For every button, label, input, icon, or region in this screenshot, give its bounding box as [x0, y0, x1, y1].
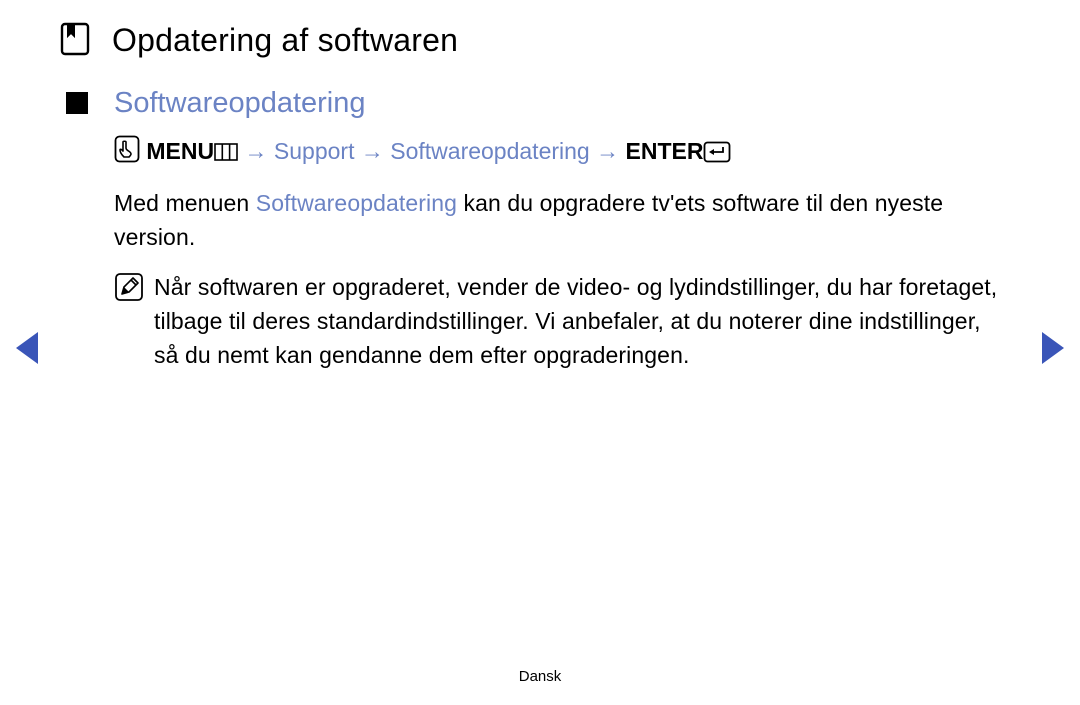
- manual-page: Opdatering af softwaren Softwareopdateri…: [0, 0, 1080, 705]
- nav-support: Support: [274, 138, 355, 164]
- square-bullet-icon: [66, 92, 88, 114]
- next-page-arrow[interactable]: [1040, 330, 1066, 371]
- menu-label: MENU: [146, 138, 214, 164]
- nav-arrow-2: →: [354, 138, 390, 164]
- touch-icon: [114, 142, 146, 168]
- content-block: MENU → Support → Softwareopdatering → EN…: [60, 134, 1020, 372]
- body-prefix: Med menuen: [114, 190, 256, 216]
- body-highlight: Softwareopdatering: [256, 190, 457, 216]
- enter-label: ENTER: [626, 138, 704, 164]
- navigation-path: MENU → Support → Softwareopdatering → EN…: [114, 134, 1000, 172]
- menu-grid-icon: [214, 142, 238, 168]
- title-row: Opdatering af softwaren: [60, 22, 1020, 58]
- footer-language: Dansk: [0, 668, 1080, 685]
- page-title: Opdatering af softwaren: [112, 22, 458, 58]
- bookmark-icon: [60, 22, 96, 56]
- nav-arrow-1: →: [238, 138, 274, 164]
- section-row: Softwareopdatering: [60, 86, 1020, 120]
- prev-page-arrow[interactable]: [14, 330, 40, 371]
- note-text: Når softwaren er opgraderet, vender de v…: [154, 270, 1000, 372]
- nav-arrow-3: →: [590, 138, 626, 164]
- body-paragraph: Med menuen Softwareopdatering kan du opg…: [114, 186, 1000, 254]
- section-title: Softwareopdatering: [114, 86, 366, 120]
- nav-swupdate: Softwareopdatering: [390, 138, 589, 164]
- enter-key-icon: [703, 142, 731, 168]
- note-pencil-icon: [114, 270, 154, 307]
- note-row: Når softwaren er opgraderet, vender de v…: [114, 270, 1000, 372]
